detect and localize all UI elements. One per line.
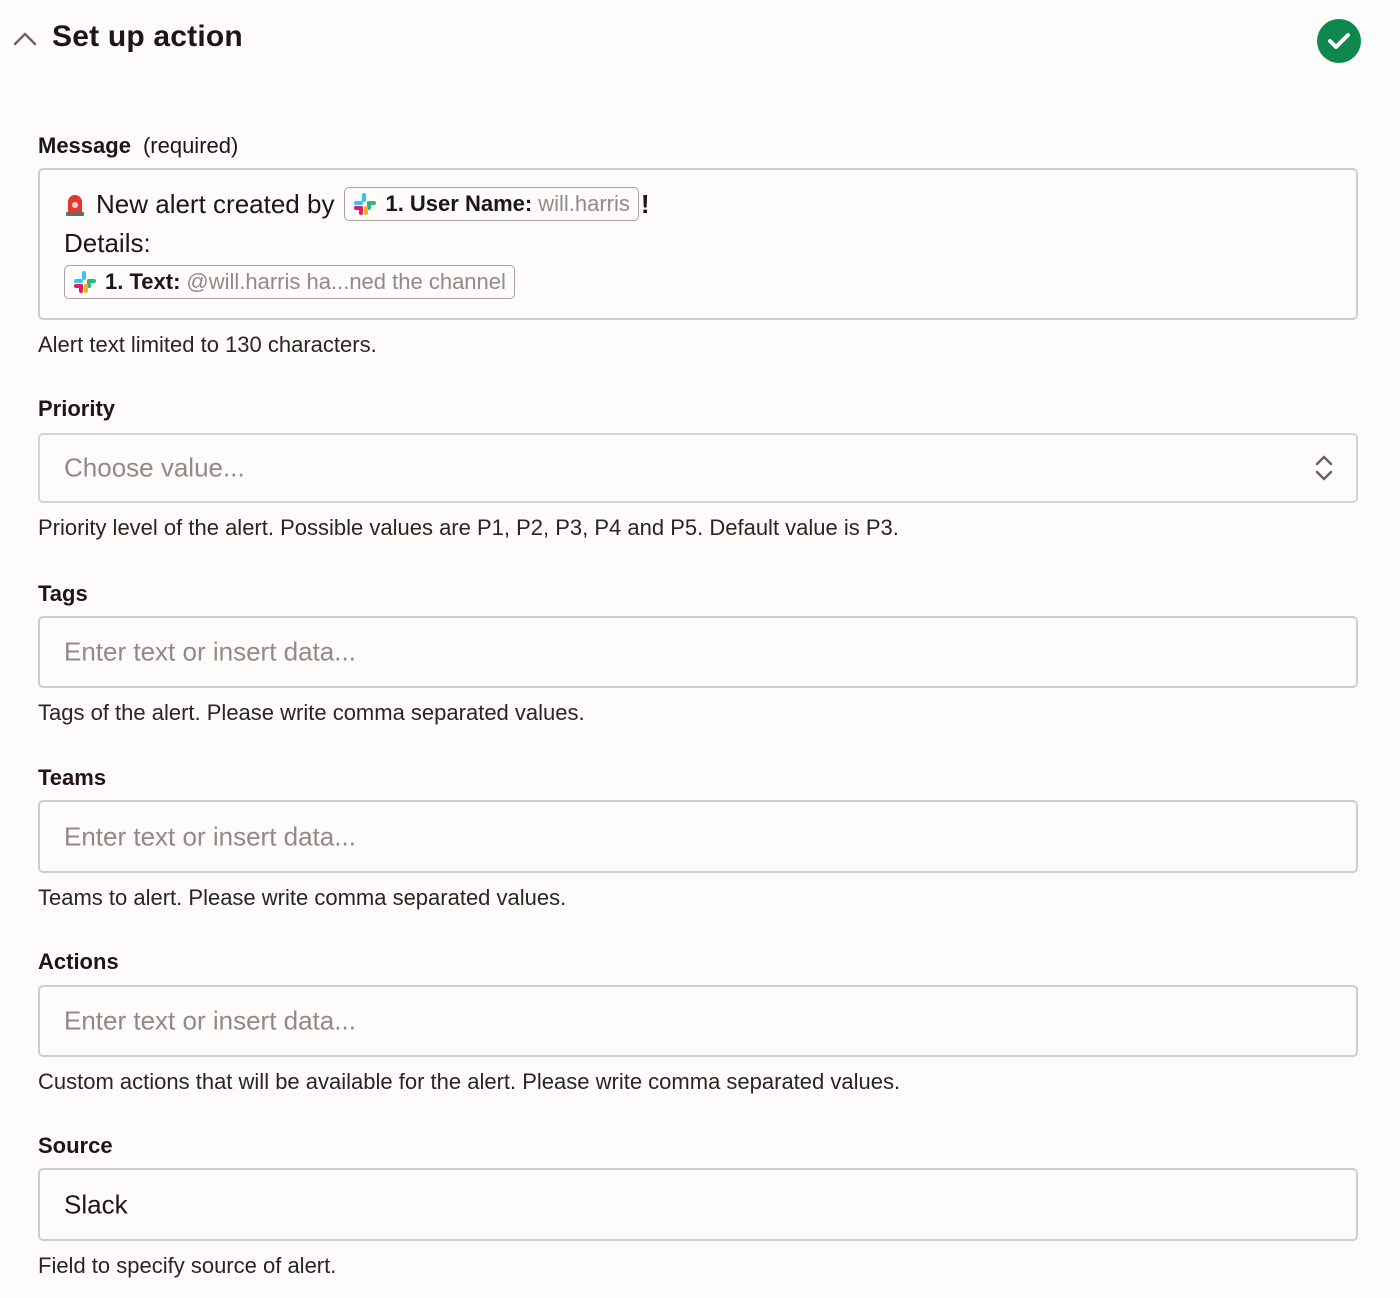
message-line-3: 1. Text: @will.harris ha...ned the chann… bbox=[64, 265, 515, 299]
priority-label: Priority bbox=[38, 396, 116, 421]
teams-label: Teams bbox=[38, 765, 107, 790]
tags-placeholder: Enter text or insert data... bbox=[64, 636, 356, 667]
check-circle-icon bbox=[1317, 19, 1361, 63]
slack-icon bbox=[74, 271, 96, 293]
tags-help: Tags of the alert. Please write comma se… bbox=[38, 700, 585, 725]
priority-help: Priority level of the alert. Possible va… bbox=[38, 515, 899, 540]
actions-field-group: Actions Enter text or insert data... Cus… bbox=[38, 947, 1358, 1095]
message-field-group: Message(required) New alert created by bbox=[38, 131, 1358, 358]
source-label: Source bbox=[38, 1133, 113, 1158]
source-help: Field to specify source of alert. bbox=[38, 1253, 337, 1278]
actions-input[interactable]: Enter text or insert data... bbox=[38, 985, 1358, 1057]
section-header[interactable]: Set up action bbox=[0, 0, 1400, 84]
teams-help: Teams to alert. Please write comma separ… bbox=[38, 885, 567, 910]
slack-icon bbox=[354, 193, 377, 215]
teams-placeholder: Enter text or insert data... bbox=[64, 821, 356, 851]
teams-input[interactable]: Enter text or insert data... bbox=[38, 800, 1358, 873]
tags-input[interactable]: Enter text or insert data... bbox=[38, 616, 1358, 688]
data-pill-text[interactable]: 1. Text: @will.harris ha...ned the chann… bbox=[64, 265, 515, 299]
message-help: Alert text limited to 130 characters. bbox=[38, 332, 377, 357]
chevron-up-icon[interactable] bbox=[12, 28, 38, 50]
chevron-up-down-icon bbox=[1315, 455, 1333, 481]
message-label: Message (required) bbox=[38, 133, 239, 158]
source-input[interactable]: Slack bbox=[38, 1168, 1358, 1241]
actions-label: Actions bbox=[38, 949, 119, 974]
rotating-light-icon bbox=[66, 195, 84, 216]
message-line-2: Details: bbox=[64, 228, 151, 258]
required-indicator: (required) bbox=[142, 133, 239, 158]
message-line-1: New alert created by 1. User Name: will.… bbox=[64, 187, 650, 221]
actions-placeholder: Enter text or insert data... bbox=[64, 1005, 356, 1036]
actions-help: Custom actions that will be available fo… bbox=[38, 1069, 901, 1094]
section-title: Set up action bbox=[52, 20, 243, 53]
source-field-group: Source Slack Field to specify source of … bbox=[38, 1131, 1358, 1279]
priority-select[interactable]: Choose value... bbox=[38, 433, 1358, 503]
priority-placeholder: Choose value... bbox=[64, 452, 245, 483]
priority-field-group: Priority Choose value... Priority level … bbox=[38, 394, 1358, 541]
tags-field-group: Tags Enter text or insert data... Tags o… bbox=[38, 579, 1358, 726]
message-editor[interactable]: New alert created by 1. User Name: will.… bbox=[38, 168, 1358, 320]
source-value: Slack bbox=[64, 1189, 128, 1219]
tags-label: Tags bbox=[38, 581, 88, 606]
teams-field-group: Teams Enter text or insert data... Teams… bbox=[38, 763, 1358, 911]
data-pill-user-name[interactable]: 1. User Name: will.harris bbox=[344, 187, 639, 221]
